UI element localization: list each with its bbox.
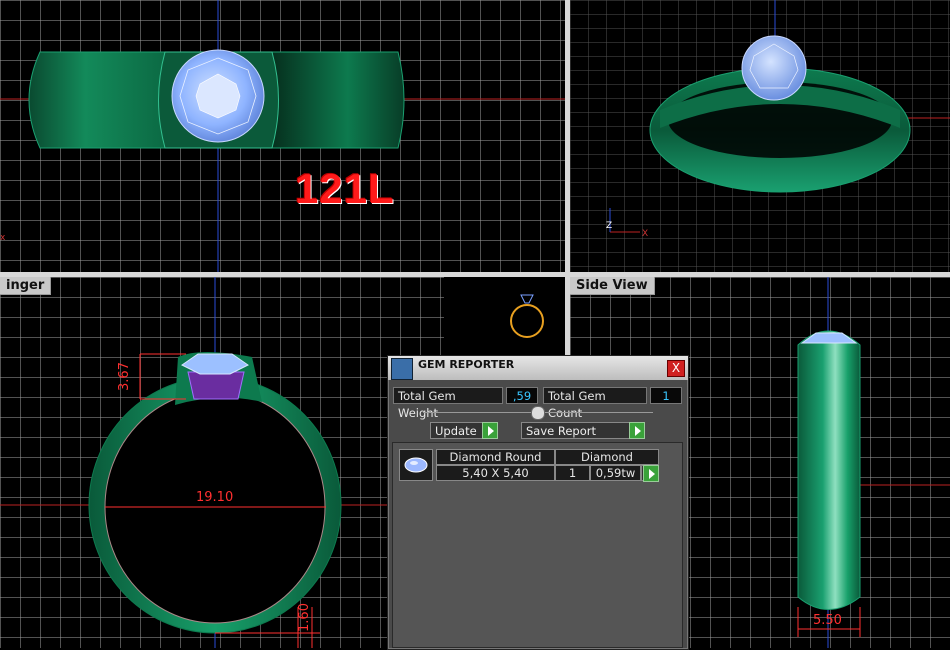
gem-count: 1 bbox=[555, 465, 590, 481]
svg-text:x: x bbox=[0, 233, 6, 243]
diamond-icon bbox=[404, 457, 428, 473]
svg-text:Z: Z bbox=[606, 221, 612, 231]
viewport-label-front: inger bbox=[0, 277, 52, 295]
total-gem-weight-value: ,59 bbox=[506, 387, 538, 404]
play-icon bbox=[629, 422, 645, 439]
dimension-side-width: 5.50 bbox=[813, 613, 842, 628]
gem-weight: 0,59tw bbox=[590, 465, 641, 481]
update-button-label: Update bbox=[435, 424, 477, 438]
gem-material: Diamond bbox=[555, 449, 659, 465]
top-view-render: x bbox=[0, 0, 565, 272]
viewport-label-side: Side View bbox=[570, 277, 655, 295]
save-report-button[interactable]: Save Report bbox=[521, 422, 645, 439]
gem-thumbnail-icon[interactable] bbox=[399, 449, 433, 481]
total-gem-weight-label: Total Gem Weight bbox=[393, 387, 503, 420]
viewport-top-right[interactable]: Z X bbox=[570, 0, 950, 272]
viewport-top-left[interactable]: x 121L bbox=[0, 0, 565, 272]
watermark-title: 121L bbox=[295, 165, 395, 212]
gem-size: 5,40 X 5,40 bbox=[436, 465, 555, 481]
close-icon[interactable]: X bbox=[667, 360, 685, 377]
perspective-render: Z X bbox=[570, 0, 950, 272]
dimension-bottom: 1.60 bbox=[296, 603, 312, 632]
gem-list: Diamond Round Diamond 5,40 X 5,40 1 0,59… bbox=[392, 442, 683, 648]
gem-reporter-logo-icon bbox=[391, 358, 413, 380]
save-report-button-label: Save Report bbox=[526, 424, 597, 438]
gem-reporter-title: GEM REPORTER bbox=[418, 358, 515, 371]
dimension-width: 19.10 bbox=[196, 490, 234, 505]
collapse-handle-icon[interactable] bbox=[531, 406, 545, 420]
dimension-height: 3.67 bbox=[116, 362, 132, 391]
total-gem-count-value: 1 bbox=[650, 387, 682, 404]
play-icon bbox=[643, 465, 659, 482]
update-button[interactable]: Update bbox=[430, 422, 498, 439]
total-gem-count-label: Total Gem Count bbox=[543, 387, 647, 420]
gem-shape: Diamond Round bbox=[436, 449, 555, 465]
svg-text:X: X bbox=[642, 229, 648, 239]
gem-reporter-titlebar[interactable]: GEM REPORTER X bbox=[388, 356, 688, 380]
gem-reporter-panel: GEM REPORTER X Total Gem Weight ,59 Tota… bbox=[387, 355, 689, 650]
gem-row-go-button[interactable] bbox=[641, 465, 659, 482]
play-icon bbox=[482, 422, 498, 439]
